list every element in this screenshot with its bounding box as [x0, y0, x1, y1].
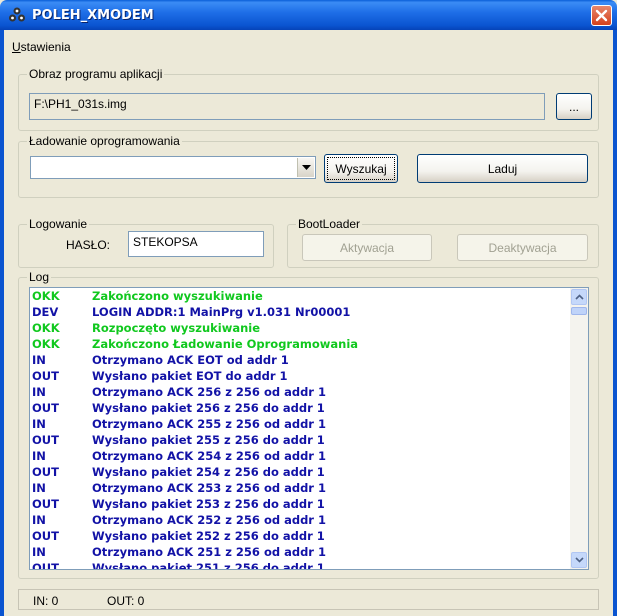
- log-scrollbar[interactable]: [570, 288, 588, 569]
- window-title: POLEH_XMODEM: [32, 8, 154, 23]
- log-row-type: OUT: [32, 433, 59, 447]
- log-row-message: Wysłano pakiet 255 z 256 do addr 1: [92, 433, 325, 447]
- log-row[interactable]: IN Otrzymano ACK 253 z 256 od addr 1: [30, 480, 570, 496]
- log-row-type: DEV: [32, 305, 59, 319]
- log-row-type: IN: [32, 417, 46, 431]
- app-icon: [9, 7, 25, 22]
- log-row-type: OKK: [32, 289, 60, 303]
- log-row-type: IN: [32, 513, 46, 527]
- log-row-message: Wysłano pakiet 256 z 256 do addr 1: [92, 401, 325, 415]
- log-row-type: OKK: [32, 321, 60, 335]
- log-row-type: IN: [32, 353, 46, 367]
- log-row-type: IN: [32, 449, 46, 463]
- log-row-type: OUT: [32, 529, 59, 543]
- browse-button[interactable]: ...: [556, 93, 592, 120]
- log-row[interactable]: OUT Wysłano pakiet 256 z 256 do addr 1: [30, 400, 570, 416]
- loading-group-legend: Ładowanie oprogramowania: [27, 134, 182, 148]
- title-bar[interactable]: POLEH_XMODEM: [0, 0, 617, 30]
- log-row-message: Otrzymano ACK EOT od addr 1: [92, 353, 289, 367]
- log-row-type: OUT: [32, 497, 59, 511]
- log-row-message: Otrzymano ACK 252 z 256 od addr 1: [92, 513, 326, 527]
- bootloader-group-legend: BootLoader: [296, 217, 363, 231]
- scroll-up-icon: [574, 294, 584, 300]
- log-row-type: OKK: [32, 337, 60, 351]
- load-button[interactable]: Laduj: [417, 154, 588, 183]
- chevron-down-icon: [301, 164, 311, 170]
- log-row-message: Otrzymano ACK 251 z 256 od addr 1: [92, 545, 326, 559]
- log-row-message: LOGIN ADDR:1 MainPrg v1.031 Nr00001: [92, 305, 351, 319]
- device-combo[interactable]: [30, 156, 316, 179]
- log-row[interactable]: OUT Wysłano pakiet 253 z 256 do addr 1: [30, 496, 570, 512]
- activate-button[interactable]: Aktywacja: [302, 234, 432, 261]
- menu-item-settings[interactable]: Ustawienia: [12, 40, 71, 54]
- window-frame-left: [0, 30, 4, 616]
- deactivate-button[interactable]: Deaktywacja: [457, 234, 588, 261]
- log-row-type: IN: [32, 545, 46, 559]
- combo-dropdown-button[interactable]: [297, 158, 314, 177]
- log-row[interactable]: OKK Zakończono wyszukiwanie: [30, 288, 570, 304]
- close-button[interactable]: [591, 5, 612, 26]
- log-row-message: Wysłano pakiet 251 z 256 do addr 1: [92, 561, 325, 570]
- log-row[interactable]: OUT Wysłano pakiet EOT do addr 1: [30, 368, 570, 384]
- image-path-field[interactable]: F:\PH1_031s.img: [29, 93, 545, 120]
- log-row-message: Otrzymano ACK 256 z 256 od addr 1: [92, 385, 326, 399]
- image-group-legend: Obraz programu aplikacji: [27, 67, 165, 81]
- log-row[interactable]: IN Otrzymano ACK EOT od addr 1: [30, 352, 570, 368]
- log-row-type: OUT: [32, 465, 59, 479]
- log-row-message: Rozpoczęto wyszukiwanie: [92, 321, 261, 335]
- log-row[interactable]: OKK Zakończono Ładowanie Oprogramowania: [30, 336, 570, 352]
- log-row-message: Zakończono Ładowanie Oprogramowania: [92, 337, 359, 351]
- log-list[interactable]: OKK Zakończono wyszukiwanie DEV LOGIN ADDR:…: [29, 287, 589, 570]
- log-row-type: OUT: [32, 369, 59, 383]
- password-label: HASŁO:: [66, 238, 111, 252]
- log-row[interactable]: IN Otrzymano ACK 251 z 256 od addr 1: [30, 544, 570, 560]
- log-row[interactable]: OUT Wysłano pakiet 251 z 256 do addr 1: [30, 560, 570, 570]
- log-row[interactable]: IN Otrzymano ACK 252 z 256 od addr 1: [30, 512, 570, 528]
- log-row-type: OUT: [32, 401, 59, 415]
- log-row[interactable]: OKK Rozpoczęto wyszukiwanie: [30, 320, 570, 336]
- log-row[interactable]: IN Otrzymano ACK 255 z 256 od addr 1: [30, 416, 570, 432]
- login-group-legend: Logowanie: [27, 217, 90, 231]
- status-in-count: IN: 0: [33, 594, 59, 608]
- log-row[interactable]: DEV LOGIN ADDR:1 MainPrg v1.031 Nr00001: [30, 304, 570, 320]
- log-rows: OKK Zakończono wyszukiwanie DEV LOGIN ADDR:…: [30, 288, 570, 570]
- log-row-message: Wysłano pakiet EOT do addr 1: [92, 369, 288, 383]
- log-row[interactable]: OUT Wysłano pakiet 254 z 256 do addr 1: [30, 464, 570, 480]
- window-frame-right: [613, 30, 617, 616]
- password-field[interactable]: STEKOPSA: [128, 231, 264, 257]
- log-row[interactable]: OUT Wysłano pakiet 255 z 256 do addr 1: [30, 432, 570, 448]
- log-row-type: IN: [32, 481, 46, 495]
- log-row-message: Otrzymano ACK 253 z 256 od addr 1: [92, 481, 326, 495]
- log-row-message: Zakończono wyszukiwanie: [92, 289, 263, 303]
- log-row-message: Wysłano pakiet 252 z 256 do addr 1: [92, 529, 325, 543]
- log-row[interactable]: OUT Wysłano pakiet 252 z 256 do addr 1: [30, 528, 570, 544]
- scroll-thumb[interactable]: [571, 307, 587, 315]
- log-row-message: Wysłano pakiet 254 z 256 do addr 1: [92, 465, 325, 479]
- log-row[interactable]: IN Otrzymano ACK 256 z 256 od addr 1: [30, 384, 570, 400]
- log-row-message: Otrzymano ACK 254 z 256 od addr 1: [92, 449, 326, 463]
- log-group-legend: Log: [27, 270, 52, 284]
- scroll-up-button[interactable]: [571, 289, 587, 305]
- scroll-down-button[interactable]: [571, 552, 587, 568]
- log-row-type: OUT: [32, 561, 59, 570]
- log-row-message: Wysłano pakiet 253 z 256 do addr 1: [92, 497, 325, 511]
- search-button[interactable]: Wyszukaj: [324, 154, 398, 183]
- log-row-type: IN: [32, 385, 46, 399]
- scroll-down-icon: [574, 557, 584, 563]
- status-out-count: OUT: 0: [107, 594, 145, 608]
- log-row[interactable]: IN Otrzymano ACK 254 z 256 od addr 1: [30, 448, 570, 464]
- close-icon: [595, 9, 608, 22]
- status-bar: IN: 0 OUT: 0: [18, 589, 599, 610]
- log-row-message: Otrzymano ACK 255 z 256 od addr 1: [92, 417, 326, 431]
